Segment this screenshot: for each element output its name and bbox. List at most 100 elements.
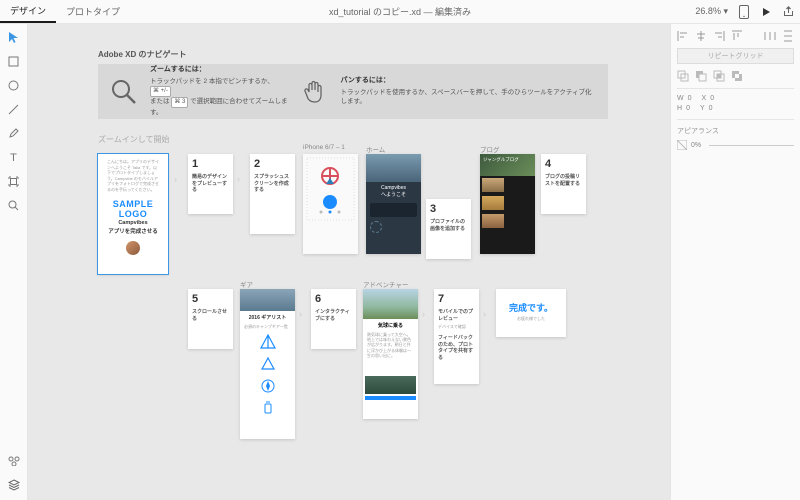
align-left-icon[interactable] (677, 30, 689, 42)
artboard-label: ギア (240, 279, 253, 289)
zoom-hint: ズームインして開始 (98, 134, 170, 145)
union-icon[interactable] (677, 70, 689, 82)
canvas[interactable]: Adobe XD のナビゲート ズームするには： トラックパッドを 2 本指でピ… (28, 24, 670, 500)
opacity-value[interactable]: 0% (691, 142, 701, 149)
step-number: 3 (430, 203, 436, 215)
intersect-icon[interactable] (713, 70, 725, 82)
subtract-icon[interactable] (695, 70, 707, 82)
nav-card-title: Adobe XD のナビゲート (98, 49, 186, 60)
opacity-icon (677, 140, 687, 150)
artboard-step7[interactable]: 7 モバイルでのプレビュー デバイスで確認 フィードバックのため、プロトタイプを… (434, 289, 479, 384)
adv-body: 熱気球に乗って大空へ。地上では味わえない景色が広がります。朝日と共に浮かび上がる… (363, 332, 418, 374)
align-right-icon[interactable] (713, 30, 725, 42)
tent-icon (259, 333, 277, 351)
tent2-icon (259, 355, 277, 373)
pen-tool-icon[interactable] (7, 126, 21, 140)
y-value[interactable]: 0 (709, 105, 713, 112)
step-caption: スクロールさせる (188, 307, 233, 324)
zoom-level[interactable]: 26.8% ▾ (695, 6, 728, 17)
y-label: Y (700, 105, 705, 112)
appearance-label: アピアランス (677, 126, 794, 136)
opacity-slider[interactable] (709, 145, 794, 146)
exclude-icon[interactable] (731, 70, 743, 82)
select-tool-icon[interactable] (7, 30, 21, 44)
align-row (677, 30, 794, 42)
artboard-done[interactable]: 完成です。 お疲れ様でした (496, 289, 566, 337)
hand-icon (300, 78, 328, 106)
arrow-icon: › (174, 174, 177, 184)
x-label: X (702, 95, 707, 102)
compass-icon (259, 377, 277, 395)
w-label: W (677, 95, 684, 102)
artboard-intro[interactable]: こんにちは。アプリのデザインへようこそ Talia です。以下でプロトタイプしま… (98, 154, 168, 274)
ellipse-tool-icon[interactable] (7, 78, 21, 92)
artboard-step2[interactable]: 2 スプラッシュスクリーンを作成する (250, 154, 295, 234)
intro-text: こんにちは。アプリのデザインへようこそ Talia です。以下でプロトタイプしま… (103, 159, 163, 193)
artboard-splash[interactable]: iPhone 6/7 – 1 (303, 154, 358, 254)
w-value[interactable]: 0 (688, 95, 692, 102)
tab-prototype[interactable]: プロトタイプ (56, 0, 130, 23)
artboard-adventure[interactable]: アドベンチャー 気球に乗る 熱気球に乗って大空へ。地上では味わえない景色が広がり… (363, 289, 418, 419)
x-value[interactable]: 0 (710, 95, 714, 102)
artboard-home[interactable]: ホーム Campvibesへようこそ (366, 154, 421, 254)
align-top-icon[interactable] (731, 30, 743, 42)
pan-instructions: パンするには： トラックパッドを使用するか、スペースバーを押して、手のひらツール… (340, 76, 596, 107)
tab-design[interactable]: デザイン (0, 0, 56, 23)
lantern-icon (259, 399, 277, 417)
step7-desc: デバイスで確認 (434, 324, 479, 329)
layers-icon[interactable] (7, 478, 21, 492)
magnifier-icon (110, 78, 138, 106)
artboard-step6[interactable]: 6 インタラクティブにする (311, 289, 356, 349)
home-hero (366, 154, 421, 182)
adv-hero (363, 289, 418, 319)
done-text: 完成です。 (496, 289, 566, 314)
step-caption-b: フィードバックのため、プロトタイプを共有する (434, 333, 479, 363)
pathop-row (677, 70, 794, 82)
blog-hero: ジャングルブログ (480, 154, 535, 176)
gear-hero (240, 289, 295, 311)
step-number: 6 (315, 293, 321, 305)
intro-sub1: Campvibes (103, 220, 163, 226)
align-hcenter-icon[interactable] (695, 30, 707, 42)
text-tool-icon[interactable]: T (7, 150, 21, 164)
arrow-icon: › (299, 309, 302, 319)
play-icon[interactable] (760, 6, 772, 18)
arrow-icon: › (422, 309, 425, 319)
adv-button (365, 396, 416, 400)
artboard-step3[interactable]: 3 プロファイルの画像を追加する (426, 199, 471, 259)
artboard-gear[interactable]: ギア 2016 ギアリスト 必須のキャンプギア一覧 (240, 289, 295, 439)
artboard-label: ブログ (480, 144, 500, 154)
navigation-help-card: Adobe XD のナビゲート ズームするには： トラックパッドを 2 本指でピ… (98, 64, 608, 119)
arrow-icon: › (483, 309, 486, 319)
distribute-v-icon[interactable] (782, 30, 794, 42)
avatar (126, 241, 140, 255)
kbd-zoom: ⌘ +/- (150, 86, 171, 97)
rectangle-tool-icon[interactable] (7, 54, 21, 68)
artboard-label: アドベンチャー (363, 279, 408, 289)
appearance-section: アピアランス 0% (677, 119, 794, 150)
step-number: 4 (545, 158, 551, 170)
step-number: 5 (192, 293, 198, 305)
gear-desc: 必須のキャンプギア一覧 (240, 324, 295, 329)
zoom-tool-icon[interactable] (7, 198, 21, 212)
h-label: H (677, 105, 682, 112)
artboard-label: iPhone 6/7 – 1 (303, 144, 345, 151)
sample-logo: SAMPLE LOGO (103, 199, 163, 219)
share-icon[interactable] (782, 6, 794, 18)
line-tool-icon[interactable] (7, 102, 21, 116)
artboard-step1[interactable]: 1 簡易のデザインをプレビューする (188, 154, 233, 214)
chevron-down-icon: ▾ (723, 6, 728, 16)
artboard-step4[interactable]: 4 ブログの投稿リストを配置する (541, 154, 586, 214)
assets-icon[interactable] (7, 454, 21, 468)
distribute-h-icon[interactable] (764, 30, 776, 42)
properties-panel: リピートグリッド W 0 X 0 H 0 Y 0 アピアランス 0% (670, 24, 800, 500)
adv-heading: 気球に乗る (363, 319, 418, 332)
artboard-blog[interactable]: ブログ ジャングルブログ (480, 154, 535, 254)
device-preview-icon[interactable] (738, 6, 750, 18)
transform-section: W 0 X 0 H 0 Y 0 (677, 88, 794, 115)
artboard-tool-icon[interactable] (7, 174, 21, 188)
artboard-step5[interactable]: 5 スクロールさせる (188, 289, 233, 349)
h-value[interactable]: 0 (686, 105, 690, 112)
mode-tabs: デザイン プロトタイプ (0, 0, 130, 23)
repeat-grid-button[interactable]: リピートグリッド (677, 48, 794, 64)
